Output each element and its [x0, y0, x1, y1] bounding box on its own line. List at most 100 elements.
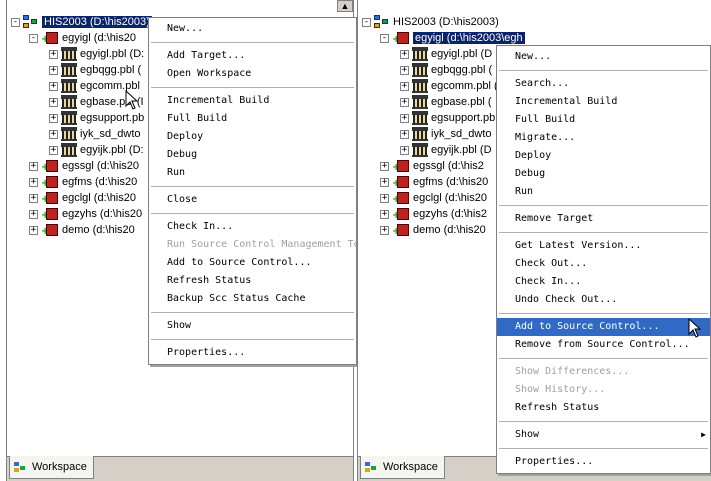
tree-root[interactable]: - HIS2003 (D:\his2003)	[362, 14, 499, 30]
tree-library[interactable]: + egyigl.pbl (D	[400, 46, 492, 62]
expand-toggle[interactable]: +	[29, 177, 38, 187]
tree-target[interactable]: ++egzyhs (d:\his20	[29, 206, 142, 222]
tree-target[interactable]: ++egssgl (d:\his20	[29, 158, 139, 174]
collapse-toggle[interactable]: -	[362, 17, 371, 27]
menu-item-properties[interactable]: Properties...	[497, 453, 710, 471]
expand-toggle[interactable]: +	[380, 225, 389, 235]
menu-separator	[499, 70, 708, 71]
menu-item-remove-target[interactable]: Remove Target	[497, 210, 710, 228]
menu-item-incremental-build[interactable]: Incremental Build	[497, 93, 710, 111]
tree-target[interactable]: ++demo (d:\his20	[380, 222, 486, 238]
expand-toggle[interactable]: +	[49, 65, 58, 75]
tree-target[interactable]: ++egclgl (d:\his20	[380, 190, 487, 206]
menu-item-new[interactable]: New...	[149, 20, 356, 38]
menu-item-show[interactable]: Show ▶	[497, 426, 710, 444]
menu-item-refresh-status[interactable]: Refresh Status	[149, 272, 356, 290]
menu-item-show[interactable]: Show	[149, 317, 356, 335]
expand-toggle[interactable]: +	[380, 193, 389, 203]
tree-library[interactable]: + egsupport.pb	[400, 110, 495, 126]
tree-target[interactable]: ++demo (d:\his20	[29, 222, 135, 238]
menu-item-deploy[interactable]: Deploy	[149, 128, 356, 146]
expand-toggle[interactable]: +	[49, 81, 58, 91]
menu-item-check-out[interactable]: Check Out...	[497, 255, 710, 273]
tree-library[interactable]: + egyijk.pbl (D:	[49, 142, 144, 158]
menu-item-run[interactable]: Run	[149, 164, 356, 182]
collapse-toggle[interactable]: -	[11, 17, 20, 27]
expand-toggle[interactable]: +	[29, 209, 38, 219]
menu-item-migrate[interactable]: Migrate...	[497, 129, 710, 147]
menu-item-full-build[interactable]: Full Build	[497, 111, 710, 129]
expand-toggle[interactable]: +	[400, 145, 409, 155]
target-icon: +	[41, 159, 59, 173]
tree-library[interactable]: + egcomm.pbl (	[400, 78, 498, 94]
expand-toggle[interactable]: +	[29, 193, 38, 203]
workspace-icon	[374, 15, 390, 29]
expand-toggle[interactable]: +	[49, 113, 58, 123]
expand-toggle[interactable]: +	[400, 97, 409, 107]
tree-target[interactable]: ++egfms (d:\his20	[380, 174, 488, 190]
menu-item-search[interactable]: Search...	[497, 75, 710, 93]
scroll-up-arrow-icon[interactable]: ▲	[337, 0, 353, 12]
tree-target[interactable]: ++egzyhs (d:\his2	[380, 206, 487, 222]
collapse-toggle[interactable]: -	[29, 33, 38, 43]
expand-toggle[interactable]: +	[29, 161, 38, 171]
tree-target[interactable]: -+egyigl (d:\his2003\egh	[380, 30, 525, 46]
menu-item-label: Migrate...	[515, 132, 576, 143]
menu-item-add-to-source-control[interactable]: Add to Source Control...	[149, 254, 356, 272]
expand-toggle[interactable]: +	[380, 161, 389, 171]
tab-workspace[interactable]: Workspace	[360, 456, 445, 479]
expand-toggle[interactable]: +	[400, 113, 409, 123]
tree-target[interactable]: ++egclgl (d:\his20	[29, 190, 136, 206]
expand-toggle[interactable]: +	[380, 209, 389, 219]
expand-toggle[interactable]: +	[49, 145, 58, 155]
menu-item-undo-check-out[interactable]: Undo Check Out...	[497, 291, 710, 309]
expand-toggle[interactable]: +	[49, 129, 58, 139]
tree-target-label: egssgl (d:\his20	[62, 160, 140, 172]
expand-toggle[interactable]: +	[400, 129, 409, 139]
menu-item-show-differences: Show Differences...	[497, 363, 710, 381]
menu-item-incremental-build[interactable]: Incremental Build	[149, 92, 356, 110]
tree-library[interactable]: + egyijk.pbl (D	[400, 142, 492, 158]
menu-item-check-in[interactable]: Check In...	[497, 273, 710, 291]
menu-item-check-in[interactable]: Check In...	[149, 218, 356, 236]
collapse-toggle[interactable]: -	[380, 33, 389, 43]
expand-toggle[interactable]: +	[400, 49, 409, 59]
tab-workspace[interactable]: Workspace	[9, 456, 94, 479]
tree-library[interactable]: + egbqgg.pbl (	[49, 62, 141, 78]
expand-toggle[interactable]: +	[380, 177, 389, 187]
menu-item-run[interactable]: Run	[497, 183, 710, 201]
menu-item-refresh-status[interactable]: Refresh Status	[497, 399, 710, 417]
tree-root-label: HIS2003 (D:\his2003)	[393, 16, 499, 28]
tree-target[interactable]: ++egssgl (d:\his2	[380, 158, 484, 174]
expand-toggle[interactable]: +	[49, 49, 58, 59]
menu-item-full-build[interactable]: Full Build	[149, 110, 356, 128]
menu-item-debug[interactable]: Debug	[149, 146, 356, 164]
tree-target-label: egclgl (d:\his20	[62, 192, 136, 204]
menu-item-get-latest-version[interactable]: Get Latest Version...	[497, 237, 710, 255]
expand-toggle[interactable]: +	[400, 65, 409, 75]
expand-toggle[interactable]: +	[49, 97, 58, 107]
menu-item-remove-from-source-control[interactable]: Remove from Source Control...	[497, 336, 710, 354]
menu-item-close[interactable]: Close	[149, 191, 356, 209]
tree-library[interactable]: + egbqgg.pbl (	[400, 62, 492, 78]
menu-item-deploy[interactable]: Deploy	[497, 147, 710, 165]
expand-toggle[interactable]: +	[29, 225, 38, 235]
menu-item-properties[interactable]: Properties...	[149, 344, 356, 362]
expand-toggle[interactable]: +	[400, 81, 409, 91]
menu-item-add-target[interactable]: Add Target...	[149, 47, 356, 65]
tree-target[interactable]: ++egfms (d:\his20	[29, 174, 137, 190]
menu-item-open-workspace[interactable]: Open Workspace	[149, 65, 356, 83]
tree-root[interactable]: - HIS2003 (D:\his2003)	[11, 14, 152, 30]
tree-library[interactable]: + egsupport.pb	[49, 110, 144, 126]
menu-item-new[interactable]: New...	[497, 48, 710, 66]
tree-library[interactable]: + iyk_sd_dwto	[49, 126, 141, 142]
tree-target[interactable]: -+egyigl (d:\his20	[29, 30, 136, 46]
menu-item-debug[interactable]: Debug	[497, 165, 710, 183]
menu-item-backup-scc-status-cache[interactable]: Backup Scc Status Cache	[149, 290, 356, 308]
tree-library[interactable]: + egbase.pbl (	[400, 94, 492, 110]
tree-library[interactable]: + egyigl.pbl (D:	[49, 46, 144, 62]
menu-item-add-to-source-control[interactable]: Add to Source Control...	[497, 318, 710, 336]
menu-item-label: Check Out...	[515, 258, 588, 269]
menu-item-label: Search...	[515, 78, 570, 89]
tree-library[interactable]: + iyk_sd_dwto	[400, 126, 492, 142]
